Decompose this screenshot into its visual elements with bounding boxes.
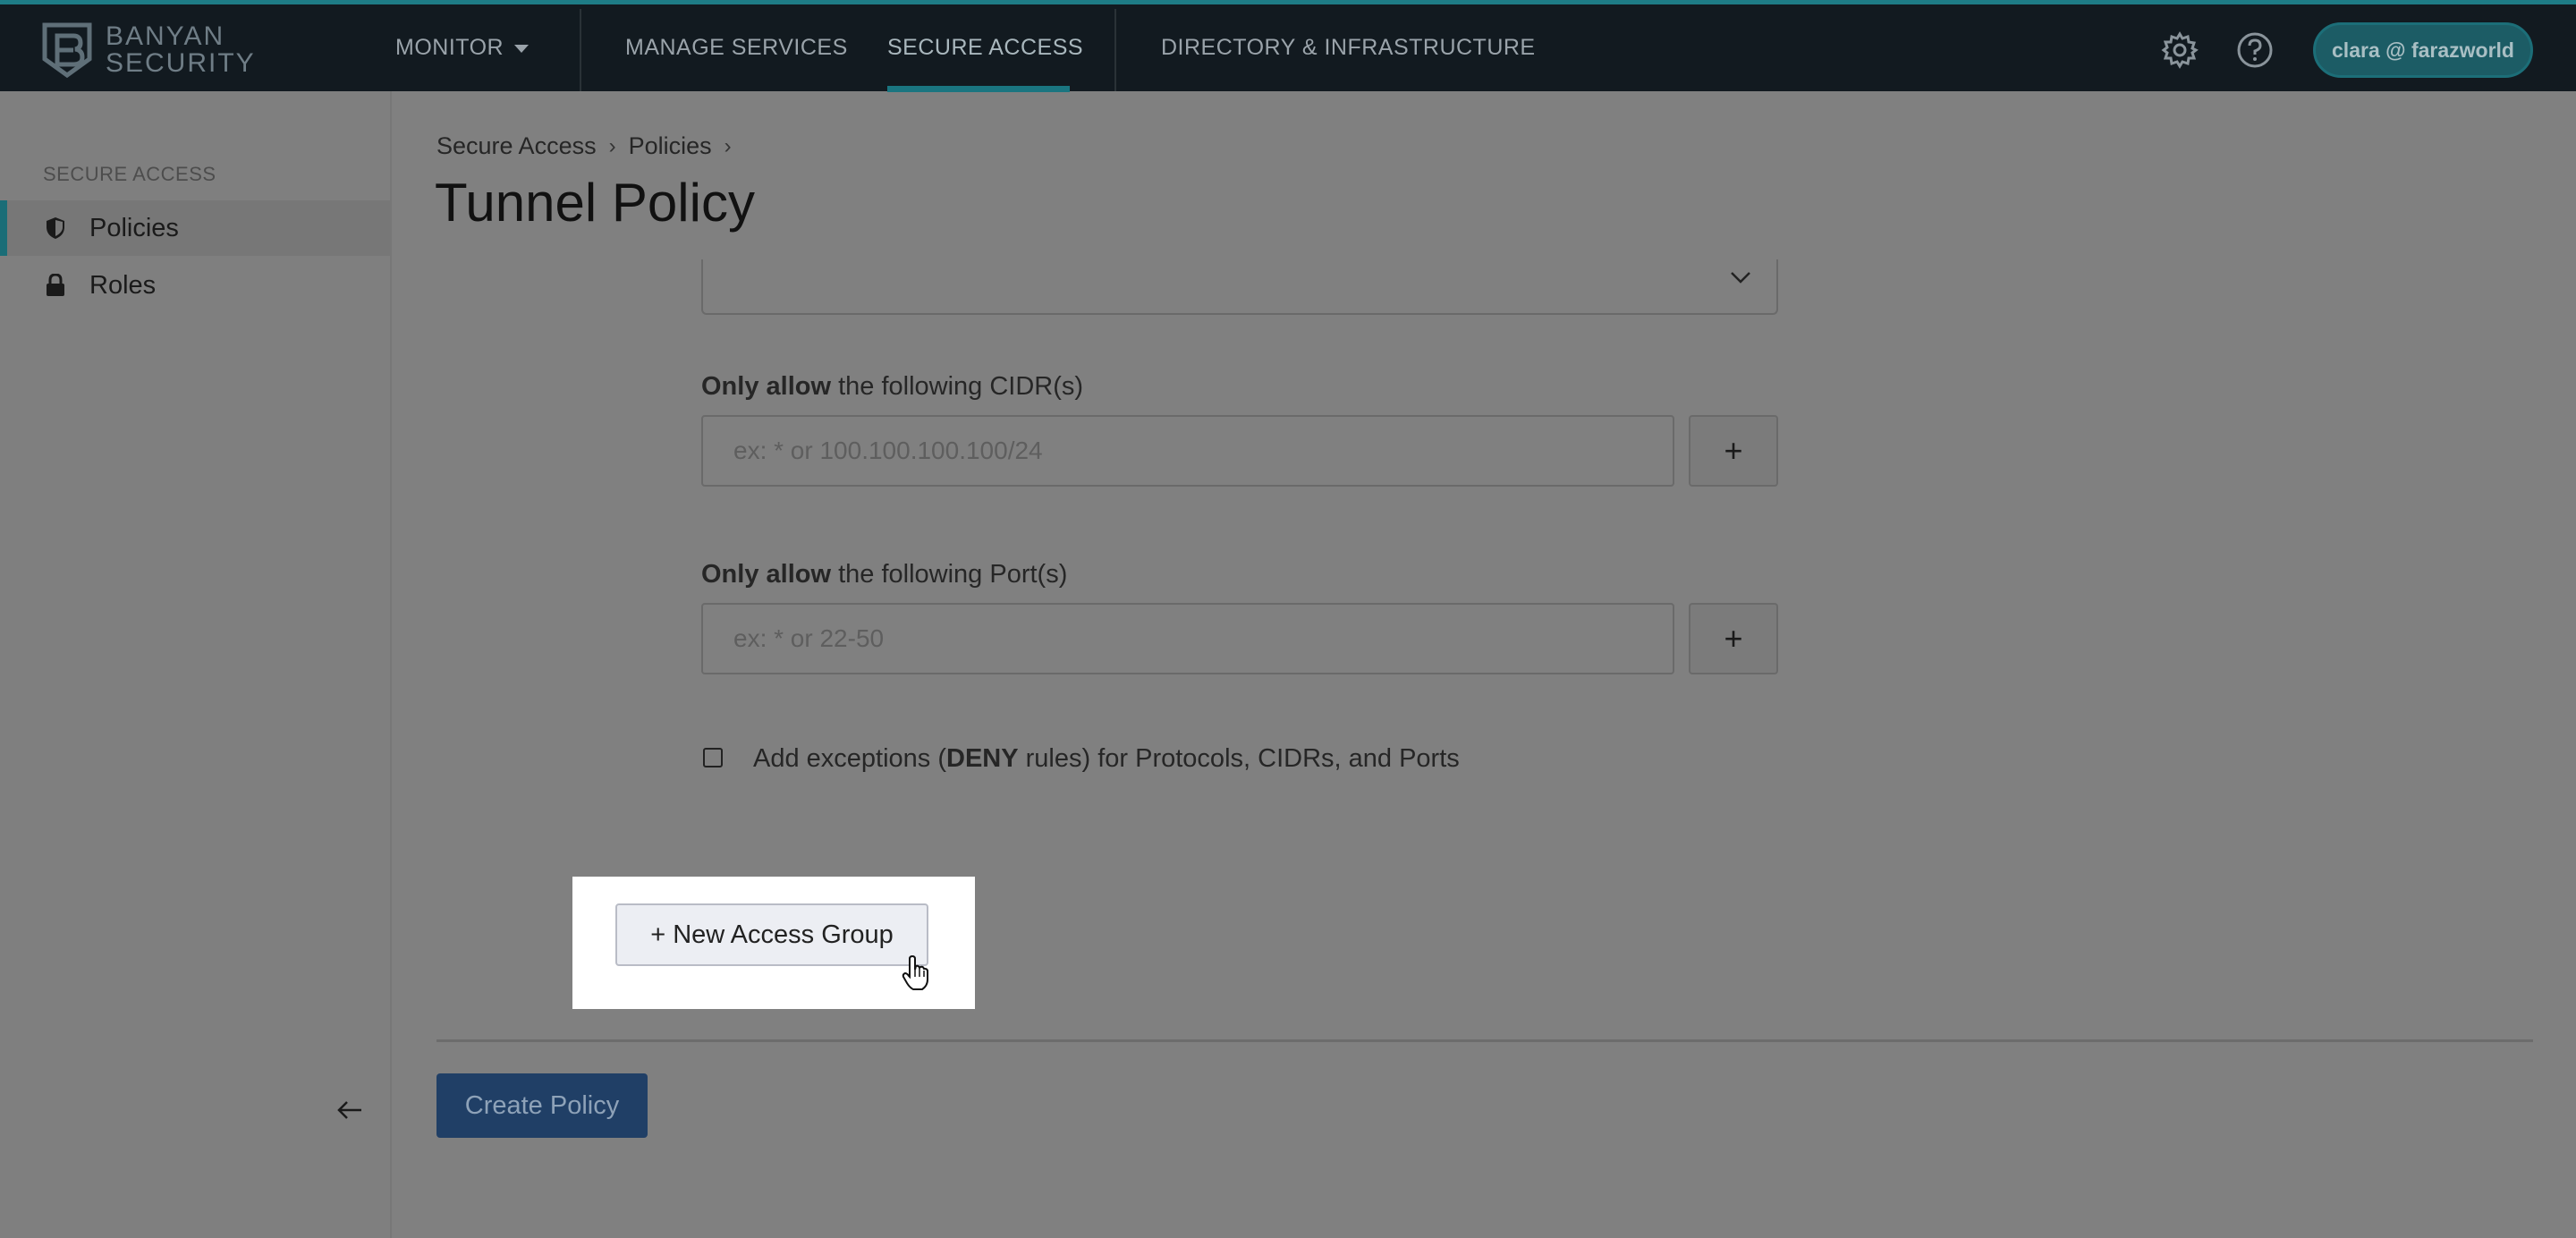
user-menu-button[interactable]: clara @ farazworld xyxy=(2313,22,2533,78)
help-icon[interactable] xyxy=(2236,31,2274,69)
banyan-logo[interactable]: BANYAN SECURITY xyxy=(41,21,256,80)
sidebar-item-label: Roles xyxy=(89,270,157,300)
chevron-right-icon: › xyxy=(608,133,616,158)
chevron-right-icon: › xyxy=(724,133,732,158)
hand-cursor-icon xyxy=(902,955,928,990)
brand-line-2: SECURITY xyxy=(106,48,256,78)
sidebar-section-title: SECURE ACCESS xyxy=(43,163,216,185)
exceptions-label[interactable]: Add exceptions (DENY rules) for Protocol… xyxy=(753,744,1460,774)
create-policy-button[interactable]: Create Policy xyxy=(436,1073,648,1138)
nav-manage-services-label: MANAGE SERVICES xyxy=(625,35,848,60)
lock-icon xyxy=(47,274,64,296)
port-label-rest: the following Port(s) xyxy=(831,560,1068,589)
nav-monitor[interactable]: MONITOR xyxy=(395,4,530,91)
exceptions-checkbox[interactable] xyxy=(703,748,723,767)
active-tab-indicator xyxy=(887,86,1070,92)
sidebar-item-roles[interactable]: Roles xyxy=(0,258,390,313)
nav-manage-services[interactable]: MANAGE SERVICES xyxy=(625,4,848,91)
port-label: Only allow the following Port(s) xyxy=(701,560,1067,589)
cidr-label: Only allow the following CIDR(s) xyxy=(701,372,1083,402)
breadcrumb-policies[interactable]: Policies xyxy=(629,132,712,160)
chevron-down-icon xyxy=(1731,272,1750,284)
collapse-sidebar-arrow-icon[interactable] xyxy=(335,1095,365,1125)
nav-directory-infrastructure[interactable]: DIRECTORY & INFRASTRUCTURE xyxy=(1161,4,1536,91)
breadcrumb: Secure Access › Policies › xyxy=(436,132,744,160)
top-navigation-bar: BANYAN SECURITY MONITOR MANAGE SERVICES … xyxy=(0,0,2576,92)
protocol-select[interactable] xyxy=(701,259,1778,315)
cidr-label-bold: Only allow xyxy=(701,372,832,401)
nav-directory-label: DIRECTORY & INFRASTRUCTURE xyxy=(1161,35,1536,60)
port-input[interactable]: ex: * or 22-50 xyxy=(701,603,1674,674)
nav-divider xyxy=(580,9,581,91)
nav-secure-access[interactable]: SECURE ACCESS xyxy=(887,4,1083,91)
breadcrumb-secure-access[interactable]: Secure Access xyxy=(436,132,597,160)
nav-monitor-label: MONITOR xyxy=(395,35,504,60)
add-cidr-button[interactable]: + xyxy=(1689,415,1778,487)
brand-line-1: BANYAN xyxy=(106,21,225,51)
caret-down-icon xyxy=(514,45,530,53)
port-label-bold: Only allow xyxy=(701,560,832,589)
cidr-label-rest: the following CIDR(s) xyxy=(831,372,1084,401)
exceptions-label-post: rules) for Protocols, CIDRs, and Ports xyxy=(1018,744,1460,773)
page-title: Tunnel Policy xyxy=(435,173,755,233)
new-access-group-button[interactable]: + New Access Group xyxy=(615,903,928,966)
form-divider xyxy=(436,1039,2533,1042)
nav-secure-access-label: SECURE ACCESS xyxy=(887,35,1084,60)
cidr-input[interactable]: ex: * or 100.100.100.100/24 xyxy=(701,415,1674,487)
exceptions-label-deny: DENY xyxy=(946,744,1019,773)
banyan-logo-icon xyxy=(42,22,92,79)
nav-divider xyxy=(1114,9,1116,91)
add-port-button[interactable]: + xyxy=(1689,603,1778,674)
sidebar-item-label: Policies xyxy=(89,213,179,242)
sidebar-item-policies[interactable]: Policies xyxy=(0,200,390,256)
shield-icon xyxy=(47,217,64,239)
sidebar: SECURE ACCESS Policies Roles xyxy=(0,91,392,1238)
exceptions-label-pre: Add exceptions ( xyxy=(753,744,947,773)
gear-icon[interactable] xyxy=(2161,31,2199,69)
